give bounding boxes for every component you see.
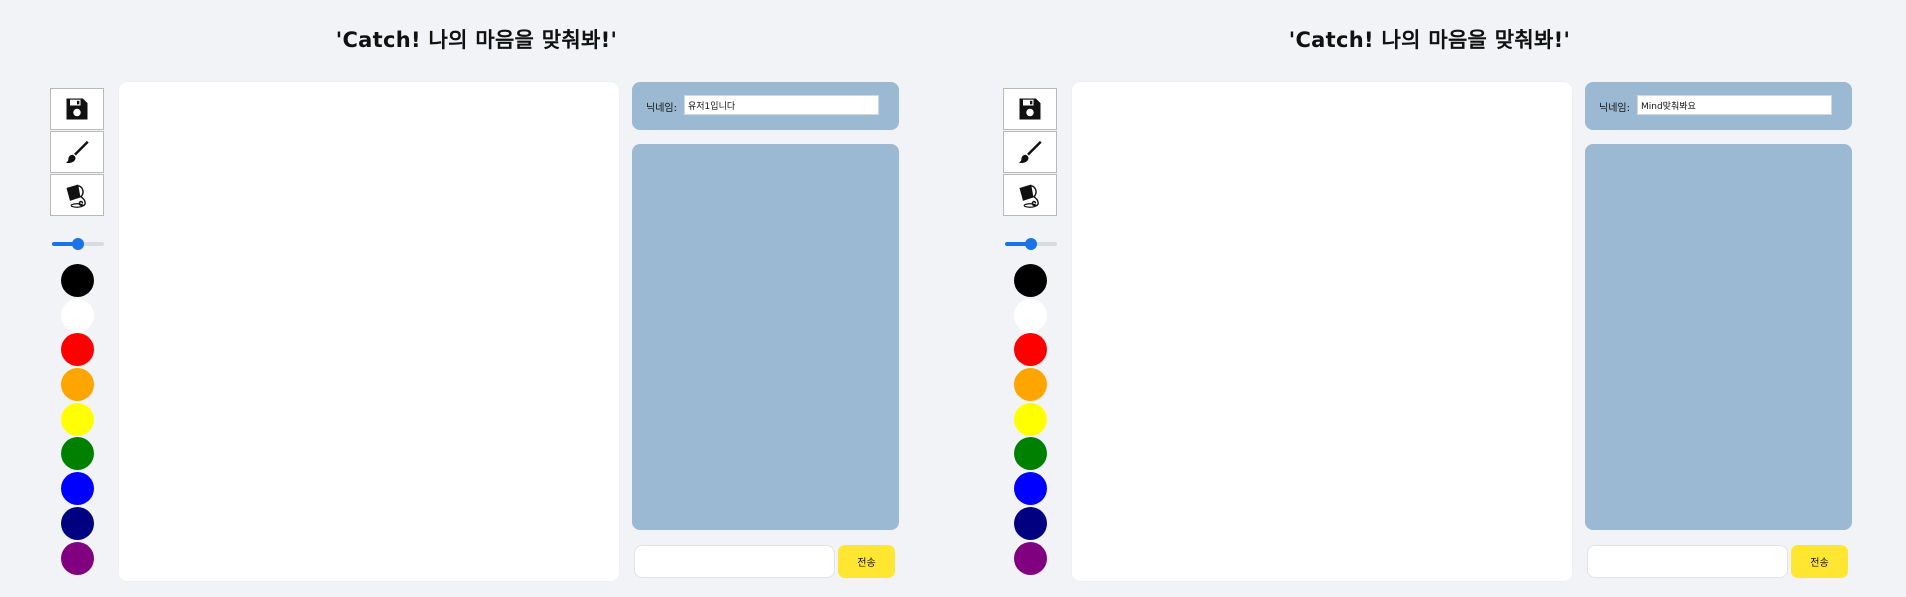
app-screen: 'Catch! 나의 마음을 맞춰봐!' 닉네임: 유저1입니다 전송 'Cat… <box>0 0 1906 597</box>
color-swatch[interactable] <box>1014 298 1047 332</box>
color-swatch[interactable] <box>1014 368 1047 402</box>
drawing-canvas[interactable] <box>1072 82 1572 581</box>
color-swatch[interactable] <box>61 506 94 540</box>
fill-button[interactable] <box>1003 174 1057 216</box>
send-button[interactable]: 전송 <box>838 545 895 578</box>
brush-size-slider[interactable] <box>52 238 104 250</box>
brush-icon <box>1018 140 1042 164</box>
paint-bucket-icon <box>1019 184 1039 208</box>
save-icon <box>1019 98 1041 120</box>
color-swatch[interactable] <box>61 541 94 575</box>
message-input[interactable] <box>1587 545 1788 578</box>
game-window-left: 'Catch! 나의 마음을 맞춰봐!' 닉네임: 유저1입니다 전송 <box>0 0 953 597</box>
brush-icon <box>65 140 89 164</box>
color-swatch[interactable] <box>61 402 94 436</box>
nickname-input[interactable] <box>684 95 879 115</box>
color-swatch[interactable] <box>1014 472 1047 506</box>
color-swatch[interactable] <box>61 437 94 471</box>
color-swatch[interactable] <box>1014 333 1047 367</box>
color-swatch[interactable] <box>1014 402 1047 436</box>
color-palette <box>61 264 94 576</box>
slider-thumb[interactable] <box>1025 238 1037 250</box>
chat-panel <box>632 144 899 530</box>
page-title: 'Catch! 나의 마음을 맞춰봐!' <box>953 24 1906 54</box>
save-icon <box>66 98 88 120</box>
brush-size-slider[interactable] <box>1005 238 1057 250</box>
color-swatch[interactable] <box>61 368 94 402</box>
color-swatch[interactable] <box>1014 437 1047 471</box>
page-title: 'Catch! 나의 마음을 맞춰봐!' <box>0 24 953 54</box>
color-swatch[interactable] <box>61 472 94 506</box>
color-swatch[interactable] <box>1014 264 1047 297</box>
message-input[interactable] <box>634 545 835 578</box>
color-swatch[interactable] <box>61 298 94 332</box>
brush-button[interactable] <box>50 131 104 173</box>
color-swatch[interactable] <box>1014 541 1047 575</box>
game-window-right: 'Catch! 나의 마음을 맞춰봐!' 닉네임: Mind맞춰봐요 전송 <box>953 0 1906 597</box>
color-swatch[interactable] <box>61 333 94 367</box>
nickname-input[interactable] <box>1637 95 1832 115</box>
toolbar <box>50 88 104 217</box>
color-swatch[interactable] <box>1014 506 1047 540</box>
fill-button[interactable] <box>50 174 104 216</box>
color-palette <box>1014 264 1047 576</box>
title-text: 'Catch! 나의 마음을 맞춰봐!' <box>1288 28 1571 52</box>
save-button[interactable] <box>50 88 104 130</box>
color-swatch[interactable] <box>61 264 94 297</box>
chat-panel <box>1585 144 1852 530</box>
paint-bucket-icon <box>66 184 86 208</box>
save-button[interactable] <box>1003 88 1057 130</box>
nickname-panel: 닉네임: <box>1585 82 1852 130</box>
nickname-label: 닉네임: <box>646 103 677 114</box>
toolbar <box>1003 88 1057 217</box>
slider-thumb[interactable] <box>72 238 84 250</box>
nickname-panel: 닉네임: <box>632 82 899 130</box>
send-button[interactable]: 전송 <box>1791 545 1848 578</box>
title-text: 'Catch! 나의 마음을 맞춰봐!' <box>335 28 618 52</box>
brush-button[interactable] <box>1003 131 1057 173</box>
nickname-label: 닉네임: <box>1599 103 1630 114</box>
drawing-canvas[interactable] <box>119 82 619 581</box>
